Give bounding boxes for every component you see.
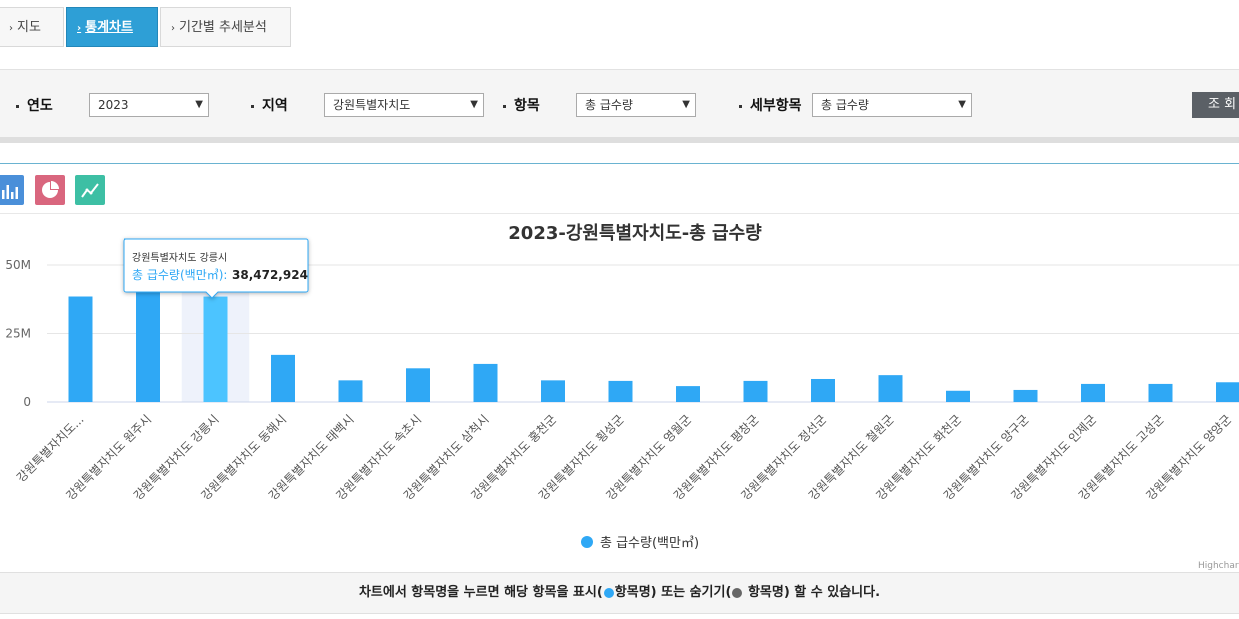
bar-chart: 0 25M 50M 강원특별자치도...강원특별자치도 원주시강원특별자치도 강릉시…: [5, 223, 1239, 571]
tooltip-value: 38,472,924: [232, 268, 308, 282]
bar[interactable]: [946, 390, 970, 402]
bar[interactable]: [743, 380, 768, 402]
region-label: 지역: [251, 95, 288, 115]
year-select[interactable]: 2023 ▼: [89, 93, 209, 117]
filter-divider: [0, 137, 1239, 143]
bar[interactable]: [676, 386, 700, 402]
item-select[interactable]: 총 급수량 ▼: [576, 93, 696, 117]
subitem-label: 세부항목: [739, 95, 802, 115]
chevron-down-icon: ▼: [682, 99, 690, 110]
bar[interactable]: [271, 354, 295, 402]
year-label: 연도: [16, 95, 53, 115]
region-select[interactable]: 강원특별자치도 ▼: [324, 93, 484, 117]
pie-chart-icon[interactable]: [35, 175, 65, 205]
chart-help-note: 차트에서 항목명을 누르면 해당 항목을 표시( 항목명) 또는 숨기기( 항목명…: [0, 572, 1239, 614]
y-tick-label: 25M: [5, 327, 31, 341]
bar[interactable]: [608, 380, 633, 402]
tab-map[interactable]: › 지도: [0, 7, 64, 47]
help-text-a: 차트에서 항목명을 누르면 해당 항목을 표시(: [358, 585, 603, 600]
x-tick-label: 강원특별자치도...: [14, 412, 87, 485]
help-text-c: 항목명) 할 수 있습니다.: [743, 585, 881, 600]
legend[interactable]: 총 급수량(백만㎥): [581, 536, 699, 551]
bar-chart-icon[interactable]: [0, 175, 24, 205]
bar[interactable]: [1081, 383, 1105, 402]
tab-trend-analysis[interactable]: › 기간별 추세분석: [160, 7, 291, 47]
credits[interactable]: Highcharts.com: [1198, 561, 1239, 571]
chart-top-border: [0, 163, 1239, 164]
subitem-select-value: 총 급수량: [821, 98, 869, 112]
item-select-value: 총 급수량: [585, 98, 633, 112]
bar[interactable]: [338, 380, 363, 402]
y-axis: 0 25M 50M: [5, 258, 31, 409]
legend-label: 총 급수량(백만㎥): [600, 536, 699, 551]
subitem-select[interactable]: 총 급수량 ▼: [812, 93, 972, 117]
hidden-dot-icon: [732, 587, 743, 598]
bar[interactable]: [406, 368, 430, 402]
help-text-b: 항목명) 또는 숨기기(: [614, 585, 732, 600]
shown-dot-icon: [603, 587, 614, 598]
bar[interactable]: [203, 296, 228, 402]
bar[interactable]: [811, 378, 835, 402]
tab-stat-chart[interactable]: › 통계차트: [66, 7, 158, 47]
bar[interactable]: [1148, 383, 1173, 402]
tab-map-label: 지도: [17, 20, 41, 35]
chevron-down-icon: ▼: [470, 99, 478, 110]
year-select-value: 2023: [98, 98, 129, 112]
tab-stat-chart-label: 통계차트: [85, 20, 133, 35]
bar[interactable]: [473, 363, 498, 402]
legend-dot: [581, 536, 593, 548]
chevron-down-icon: ▼: [958, 99, 966, 110]
item-label: 항목: [503, 95, 540, 115]
y-tick-label: 0: [23, 395, 31, 409]
chart-title: 2023-강원특별자치도-총 급수량: [508, 223, 762, 244]
bar[interactable]: [541, 380, 565, 402]
region-select-value: 강원특별자치도: [333, 98, 411, 112]
search-button[interactable]: 조 회: [1192, 92, 1239, 118]
line-chart-icon[interactable]: [75, 175, 105, 205]
filter-bar: 연도 2023 ▼ 지역 강원특별자치도 ▼ 항목 총 급수량 ▼ 세부항목 총 급수…: [0, 69, 1239, 138]
bar[interactable]: [1013, 389, 1038, 402]
y-tick-label: 50M: [5, 258, 31, 272]
bar[interactable]: [878, 375, 903, 402]
chevron-down-icon: ▼: [195, 99, 203, 110]
x-axis: 강원특별자치도...강원특별자치도 원주시강원특별자치도 강릉시강원특별자치도 …: [14, 412, 1234, 503]
tooltip-title: 강원특별자치도 강릉시: [132, 252, 227, 264]
tooltip-series-label: 총 급수량(백만㎥):: [132, 268, 227, 282]
bar[interactable]: [68, 296, 93, 402]
bar[interactable]: [1216, 382, 1239, 402]
tab-trend-analysis-label: 기간별 추세분석: [179, 20, 267, 35]
tooltip: 강원특별자치도 강릉시 총 급수량(백만㎥): 38,472,924: [123, 238, 309, 299]
